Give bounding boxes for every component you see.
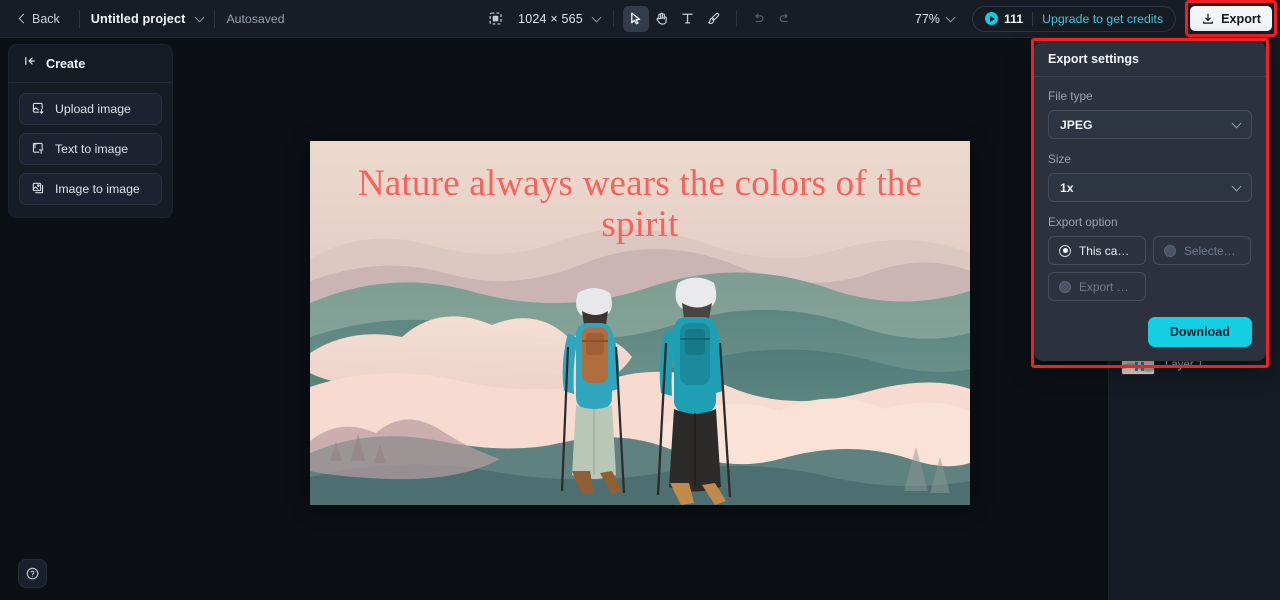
toolbar-center-group: 1024 × 565 <box>482 0 798 37</box>
upgrade-link[interactable]: Upgrade to get credits <box>1042 12 1163 26</box>
canvas-dimensions-chevron-down-icon[interactable] <box>591 11 602 27</box>
create-panel-items: Upload image Text to image Image to imag… <box>9 83 172 217</box>
upload-image-button[interactable]: Upload image <box>19 93 162 125</box>
autosaved-status: Autosaved <box>226 11 285 26</box>
export-option-export-all-label: Export all ... <box>1079 279 1135 294</box>
chevron-down-icon <box>1231 118 1242 128</box>
export-button-label: Export <box>1221 11 1261 26</box>
export-button-wrapper: Export <box>1185 0 1277 37</box>
export-option-selected-layer[interactable]: Selected l... <box>1153 236 1251 265</box>
divider <box>1032 11 1034 26</box>
top-toolbar: Back Untitled project Autosaved 1024 × 5… <box>0 0 1280 38</box>
canvas-area[interactable]: Nature always wears the colors of the sp… <box>182 38 1108 600</box>
text-to-image-icon <box>31 141 45 158</box>
export-option-export-all[interactable]: Export all ... <box>1048 272 1146 301</box>
toolbar-right-group: 77% 111 Upgrade to get credits Export <box>914 0 1277 37</box>
download-button[interactable]: Download <box>1147 317 1252 347</box>
file-type-select[interactable]: JPEG <box>1048 110 1252 139</box>
export-settings-panel: Export settings File type JPEG Size 1x E… <box>1034 41 1266 361</box>
upload-image-icon <box>31 101 45 118</box>
download-icon <box>1203 13 1214 24</box>
credits-count: 111 <box>1003 11 1024 26</box>
zoom-level-value: 77% <box>914 11 940 26</box>
create-panel: Create Upload image Text to image Image … <box>8 44 173 218</box>
export-option-this-canvas-label: This canvas <box>1079 243 1135 258</box>
project-menu-chevron-down-icon[interactable] <box>195 11 205 27</box>
export-button[interactable]: Export <box>1190 6 1272 31</box>
project-title: Untitled project <box>90 11 186 26</box>
create-panel-header: Create <box>9 45 172 83</box>
canvas-dimensions-value: 1024 × 565 <box>518 11 583 26</box>
credit-coin-icon <box>984 12 998 25</box>
image-to-image-button[interactable]: Image to image <box>19 173 162 205</box>
export-settings-title: Export settings <box>1048 51 1139 66</box>
export-settings-header: Export settings <box>1034 41 1266 77</box>
export-option-group: This canvas Selected l... Export all ... <box>1048 236 1252 301</box>
file-type-label: File type <box>1048 89 1093 103</box>
export-option-this-canvas[interactable]: This canvas <box>1048 236 1146 265</box>
back-button-label: Back <box>32 11 60 26</box>
back-button[interactable]: Back <box>12 8 68 30</box>
text-tool[interactable] <box>675 6 701 32</box>
resize-canvas-icon[interactable] <box>482 6 508 32</box>
help-button[interactable] <box>18 559 47 588</box>
app-root: Back Untitled project Autosaved 1024 × 5… <box>0 0 1280 600</box>
size-select[interactable]: 1x <box>1048 173 1252 202</box>
collapse-panel-icon[interactable] <box>23 54 37 73</box>
artboard[interactable]: Nature always wears the colors of the sp… <box>310 141 970 505</box>
export-option-label: Export option <box>1048 215 1118 229</box>
redo-button[interactable] <box>772 6 798 32</box>
upload-image-label: Upload image <box>55 102 131 116</box>
credits-pill[interactable]: 111 Upgrade to get credits <box>971 5 1177 32</box>
hand-tool[interactable] <box>649 6 675 32</box>
export-option-selected-layer-label: Selected l... <box>1184 243 1240 258</box>
size-label: Size <box>1048 152 1071 166</box>
file-type-value: JPEG <box>1060 117 1093 132</box>
create-panel-title: Create <box>46 56 86 71</box>
divider <box>612 10 614 27</box>
select-tool[interactable] <box>622 5 649 32</box>
divider <box>214 9 216 28</box>
zoom-chevron-down-icon[interactable] <box>945 11 956 27</box>
divider <box>735 10 737 27</box>
radio-unselected-icon <box>1059 280 1071 293</box>
radio-selected-icon <box>1059 244 1071 257</box>
canvas-headline-text[interactable]: Nature always wears the colors of the sp… <box>310 163 970 246</box>
image-to-image-label: Image to image <box>55 182 140 196</box>
text-to-image-label: Text to image <box>55 142 129 156</box>
radio-unselected-icon <box>1164 244 1176 257</box>
divider <box>78 9 80 28</box>
image-to-image-icon <box>31 181 45 198</box>
toolbar-left-group: Back Untitled project Autosaved <box>0 0 285 37</box>
chevron-left-icon <box>18 13 29 24</box>
chevron-down-icon <box>1231 181 1242 191</box>
brush-tool[interactable] <box>701 6 727 32</box>
text-to-image-button[interactable]: Text to image <box>19 133 162 165</box>
undo-button[interactable] <box>746 6 772 32</box>
export-settings-body: File type JPEG Size 1x Export option Thi… <box>1034 77 1266 361</box>
download-row: Download <box>1048 317 1252 347</box>
size-value: 1x <box>1060 180 1074 195</box>
